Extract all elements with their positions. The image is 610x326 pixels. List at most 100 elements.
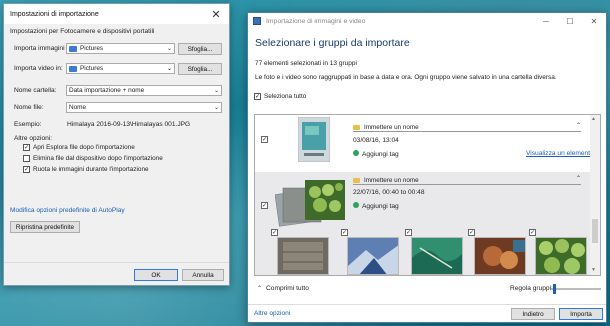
folder-icon [69,65,77,72]
view-item-link[interactable]: Visualizza un elemento [526,150,594,157]
photo-thumbnail[interactable] [347,237,399,275]
chevron-icon: ⌃ [575,176,581,182]
group-name-placeholder: Immettere un nome [364,123,419,131]
adjust-groups-slider[interactable] [551,284,601,294]
file-name-select[interactable]: Nome ⌄ [66,102,222,113]
import-videos-label: Importa video in: [14,65,63,72]
collapse-all-toggle[interactable]: ⌃ Comprimi tutto [257,285,309,292]
folder-icon [69,45,77,52]
import-videos-value: Pictures [80,65,104,72]
chevron-down-icon: ⌄ [213,88,219,94]
checkbox-checked[interactable]: ✓ [254,93,261,100]
add-tag-link[interactable]: Aggiungi tag [353,202,399,210]
dialog-body: Impostazioni per Fotocamere e dispositiv… [4,24,229,262]
reset-defaults-button[interactable]: Ripristina predefinite [10,221,80,233]
scrollbar-thumb[interactable] [592,219,598,243]
option-rotate-images[interactable]: ✓ Ruota le immagini durante l'importazio… [23,166,149,173]
select-all-label: Seleziona tutto [264,93,307,100]
collapse-all-label: Comprimi tutto [266,285,309,292]
group-item[interactable]: ✓ Immettere un nome ⌃ 03/08/16, 13:04 Ag… [255,115,594,169]
folder-icon [353,177,360,183]
option-label: Apri Esplora file dopo l'importazione [33,144,135,151]
photo-thumbnail[interactable] [474,237,526,275]
window-titlebar: Importazione di immagini e video ─ ☐ ✕ [248,13,606,29]
group-checkbox[interactable]: ✓ [261,136,268,143]
photo-thumbnail[interactable] [277,237,329,275]
app-icon [253,17,261,25]
checkbox-checked[interactable]: ✓ [23,166,30,173]
autoplay-link[interactable]: Modifica opzioni predefinite di AutoPlay [10,207,125,214]
adjust-groups-label: Regola gruppi: [510,285,553,292]
chevron-down-icon: ⌄ [166,66,172,72]
chevron-down-icon: ⌄ [213,105,219,111]
import-window: Importazione di immagini e video ─ ☐ ✕ S… [247,12,607,323]
import-images-select[interactable]: Pictures ⌄ [66,43,175,54]
import-settings-dialog: Impostazioni di importazione ✕ Impostazi… [3,3,230,286]
chevron-icon: ⌃ [575,123,581,129]
group-date: 22/07/16, 00:40 to 00:48 [353,189,425,196]
dialog-title: Impostazioni di importazione [10,10,99,18]
option-label: Ruota le immagini durante l'importazione [33,166,149,173]
selection-count: 77 elementi selezionati in 13 gruppi [255,60,357,67]
slider-thumb[interactable] [553,284,556,294]
group-name-placeholder: Immettere un nome [364,176,419,184]
photo-checkbox[interactable]: ✓ [341,229,348,236]
more-options-link[interactable]: Altre opzioni [254,310,290,317]
group-checkbox[interactable]: ✓ [261,202,268,209]
dialog-footer: OK Annulla [4,262,229,285]
back-button[interactable]: Indietro [511,308,555,320]
folder-name-select[interactable]: Data importazione + nome ⌄ [66,85,222,96]
window-footer: Altre opzioni Indietro Importa [248,304,606,322]
photo-checkbox[interactable]: ✓ [529,229,536,236]
scroll-down-icon[interactable]: ▼ [591,267,596,273]
folder-name-value: Data importazione + nome [69,87,145,94]
chevron-up-icon: ⌃ [257,286,263,292]
group-name-field[interactable]: Immettere un nome ⌃ [353,123,581,132]
import-videos-select[interactable]: Pictures ⌄ [66,63,175,74]
option-label: Elimina file dal dispositivo dopo l'impo… [33,155,163,162]
dialog-titlebar: Impostazioni di importazione ✕ [4,4,229,24]
photo-checkbox[interactable]: ✓ [405,229,412,236]
page-heading: Selezionare i gruppi da importare [255,37,410,49]
group-item[interactable]: ✓ Immettere un nome ⌃ 22/07/16, 00:40 to… [255,172,590,275]
scrollbar[interactable]: ▲ ▼ [590,115,600,275]
add-tag-label: Aggiungi tag [362,203,399,210]
add-tag-label: Aggiungi tag [362,151,399,158]
group-name-field[interactable]: Immettere un nome ⌃ [353,176,581,185]
checkbox-checked[interactable]: ✓ [23,144,30,151]
import-button[interactable]: Importa [559,308,603,320]
chevron-down-icon: ⌄ [166,46,172,52]
tag-icon [353,202,359,208]
close-icon[interactable]: ✕ [203,4,229,24]
example-label: Esempio: [14,121,42,128]
folder-name-label: Nome cartella: [14,87,57,94]
photo-thumbnail[interactable] [535,237,587,275]
scroll-up-icon[interactable]: ▲ [591,116,596,122]
option-delete-files[interactable]: Elimina file dal dispositivo dopo l'impo… [23,155,163,162]
import-images-label: Importa immagini in: [14,45,74,52]
import-images-value: Pictures [80,45,104,52]
close-icon[interactable]: ✕ [582,13,606,29]
file-name-label: Nome file: [14,104,44,111]
browse-images-button[interactable]: Sfoglia... [178,43,222,55]
option-open-explorer[interactable]: ✓ Apri Esplora file dopo l'importazione [23,144,135,151]
example-value: Himalaya 2016-09-13\Himalayas 001.JPG [67,121,191,128]
browse-videos-button[interactable]: Sfoglia... [178,63,222,75]
photo-checkbox[interactable]: ✓ [468,229,475,236]
checkbox-unchecked[interactable] [23,155,30,162]
photo-thumbnail[interactable] [411,237,463,275]
photo-checkbox[interactable]: ✓ [271,229,278,236]
minimize-icon[interactable]: ─ [534,13,558,29]
tag-icon [353,150,359,156]
group-thumbnail-stack [275,180,345,227]
select-all-checkbox[interactable]: ✓ Seleziona tutto [254,93,306,100]
other-options-label: Altre opzioni: [14,135,53,142]
groups-list: ✓ Immettere un nome ⌃ 03/08/16, 13:04 Ag… [254,114,601,276]
file-name-value: Nome [69,104,87,111]
cancel-button[interactable]: Annulla [182,269,224,281]
ok-button[interactable]: OK [134,269,178,281]
maximize-icon[interactable]: ☐ [558,13,582,29]
add-tag-link[interactable]: Aggiungi tag [353,150,399,158]
group-thumbnail [298,117,330,162]
section-header: Impostazioni per Fotocamere e dispositiv… [10,28,155,35]
